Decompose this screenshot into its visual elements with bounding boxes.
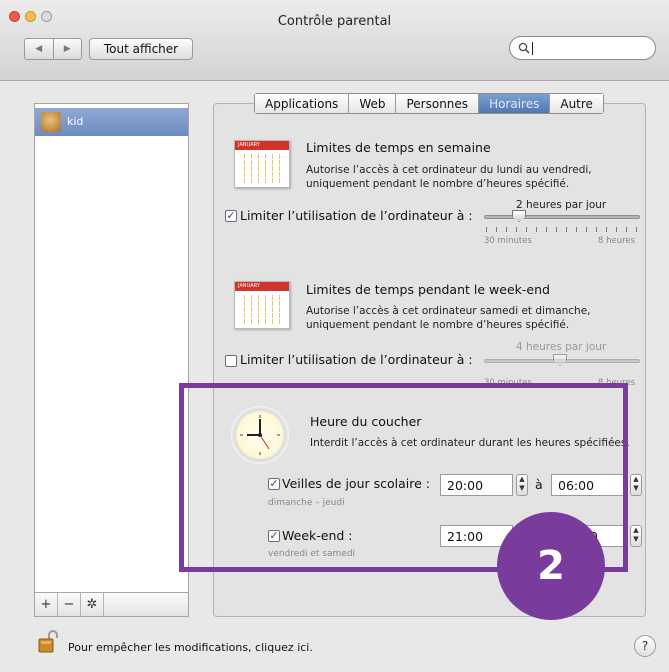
nav-segment: ◀ ▶ xyxy=(24,38,82,60)
calendar-month: JANUARY xyxy=(235,282,289,291)
window-title: Contrôle parental xyxy=(277,14,392,29)
user-list-toolbar: + − ✲ xyxy=(34,593,189,617)
weekend-limit-label: Limiter l’utilisation de l’ordinateur à … xyxy=(240,352,473,367)
weekend-to-stepper[interactable]: ▲ ▼ xyxy=(630,525,642,547)
search-input[interactable] xyxy=(509,36,656,60)
weekend-title: Limites de temps pendant le week-end xyxy=(306,282,550,297)
weekday-slider-track[interactable] xyxy=(484,215,640,219)
weekday-description-1: Autorise l’accès à cet ordinateur du lun… xyxy=(306,164,592,176)
weekday-limit-checkbox[interactable]: ✓ xyxy=(225,210,237,222)
weekday-value-label: 2 heures par jour xyxy=(516,199,607,211)
magnifier-icon xyxy=(518,42,530,54)
weekday-description-2: uniquement pendant le nombre d’heures sp… xyxy=(306,178,570,190)
step-number-badge: 2 xyxy=(497,512,605,620)
school-nights-to-stepper[interactable]: ▲ ▼ xyxy=(630,474,642,496)
gear-icon[interactable]: ✲ xyxy=(81,593,104,616)
tab-applications[interactable]: Applications xyxy=(255,94,350,113)
weekday-min-label: 30 minutes xyxy=(484,236,532,246)
weekend-description-2: uniquement pendant le nombre d’heures sp… xyxy=(306,319,570,331)
user-row-kid[interactable]: kid xyxy=(35,108,188,136)
weekday-limit-label: Limiter l’utilisation de l’ordinateur à … xyxy=(240,208,473,223)
show-all-button[interactable]: Tout afficher xyxy=(89,38,193,60)
weekend-description-1: Autorise l’accès à cet ordinateur samedi… xyxy=(306,305,591,317)
calendar-month: JANUARY xyxy=(235,141,289,150)
tab-bar: Applications Web Personnes Horaires Autr… xyxy=(254,93,604,114)
user-list: kid xyxy=(34,103,189,593)
weekend-value-label: 4 heures par jour xyxy=(516,341,607,353)
tab-schedule[interactable]: Horaires xyxy=(479,94,551,113)
weekday-slider-ticks xyxy=(486,227,638,232)
search-caret xyxy=(532,42,533,55)
help-button[interactable]: ? xyxy=(634,635,656,657)
title-bar: Contrôle parental ◀ ▶ Tout afficher xyxy=(0,0,669,81)
weekend-limit-checkbox[interactable] xyxy=(225,355,237,367)
calendar-icon: JANUARY xyxy=(234,140,290,188)
weekday-max-label: 8 heures xyxy=(598,236,636,246)
user-name: kid xyxy=(67,115,84,128)
tab-web[interactable]: Web xyxy=(349,94,397,113)
weekday-title: Limites de temps en semaine xyxy=(306,140,491,155)
add-user-button[interactable]: + xyxy=(35,593,58,616)
remove-user-button[interactable]: − xyxy=(58,593,81,616)
calendar-icon: JANUARY xyxy=(234,281,290,329)
tab-people[interactable]: Personnes xyxy=(396,94,480,113)
forward-button[interactable]: ▶ xyxy=(54,39,82,59)
user-avatar xyxy=(41,112,61,132)
lock-text[interactable]: Pour empêcher les modifications, cliquez… xyxy=(68,641,313,654)
back-button[interactable]: ◀ xyxy=(25,39,54,59)
tab-other[interactable]: Autre xyxy=(550,94,603,113)
show-all-label: Tout afficher xyxy=(103,42,179,56)
lock-icon[interactable] xyxy=(38,629,60,653)
